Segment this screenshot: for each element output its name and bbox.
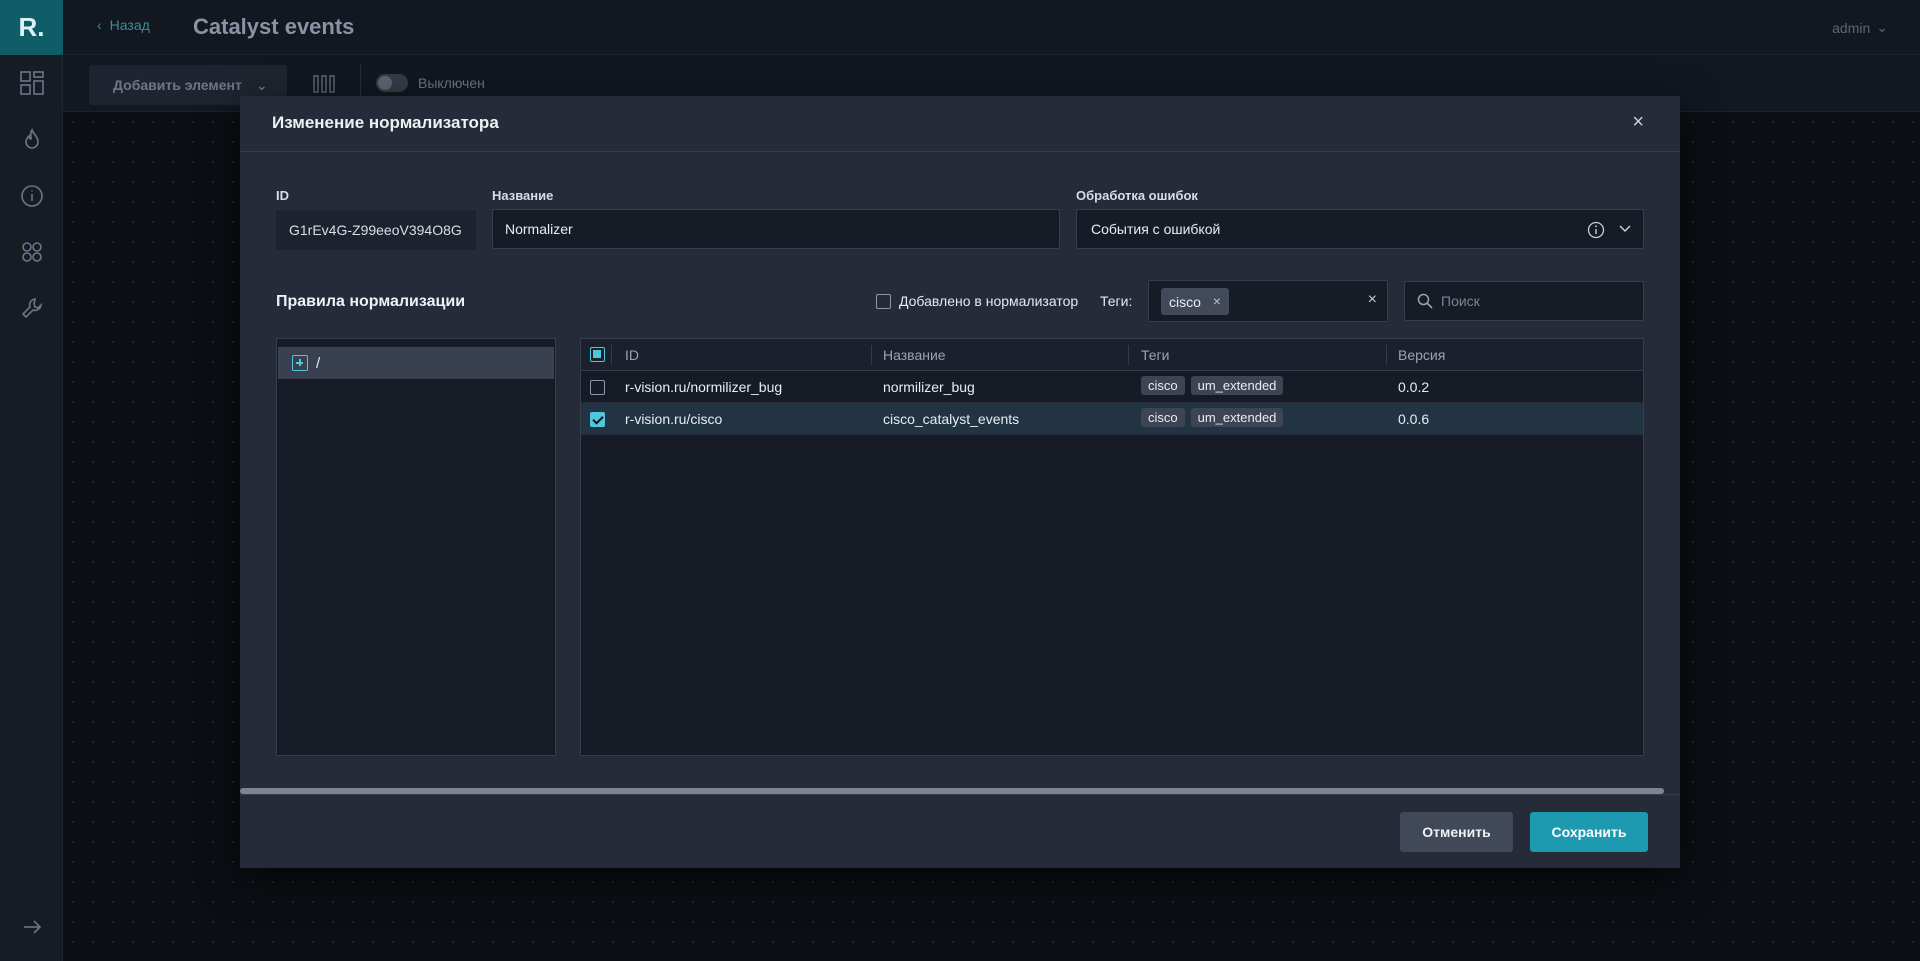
added-to-normalizer-filter[interactable]: Добавлено в нормализатор — [876, 293, 1078, 309]
table-row[interactable]: r-vision.ru/normilizer_bug normilizer_bu… — [581, 371, 1643, 403]
rules-table: ID Название Теги Версия r-vision.ru/norm… — [580, 338, 1644, 756]
column-divider — [1386, 345, 1387, 365]
page-title: Catalyst events — [193, 14, 355, 39]
column-header-version[interactable]: Версия — [1398, 347, 1445, 363]
close-icon[interactable]: × — [1632, 111, 1644, 134]
name-input[interactable]: Normalizer — [492, 209, 1060, 249]
app-logo[interactable]: R. — [0, 0, 63, 55]
info-icon[interactable] — [18, 182, 46, 210]
wrench-icon[interactable] — [18, 294, 46, 322]
row-tags: cisco um_extended — [1141, 376, 1289, 395]
clear-tags-icon[interactable]: × — [1368, 291, 1377, 309]
added-filter-label: Добавлено в нормализатор — [899, 293, 1079, 309]
search-input[interactable]: Поиск — [1404, 281, 1644, 321]
expand-arrow-icon[interactable] — [18, 913, 46, 941]
dashboard-icon[interactable] — [18, 69, 46, 97]
column-header-tags[interactable]: Теги — [1141, 347, 1169, 363]
tag-chip: um_extended — [1190, 376, 1284, 395]
modules-icon[interactable] — [18, 238, 46, 266]
row-id: r-vision.ru/normilizer_bug — [625, 379, 783, 395]
select-all-checkbox[interactable] — [590, 347, 605, 362]
toggle-label: Выключен — [418, 75, 485, 91]
status-toggle[interactable]: Выключен — [376, 74, 485, 92]
sidebar: R. — [0, 0, 63, 961]
tag-chip-label: cisco — [1169, 293, 1201, 310]
table-header: ID Название Теги Версия — [581, 339, 1643, 371]
id-value: G1rEv4G-Z99eeoV394O8G — [289, 222, 462, 238]
chevron-down-icon — [1619, 225, 1631, 233]
search-placeholder: Поиск — [1441, 293, 1480, 309]
footer-divider — [240, 794, 1680, 795]
tag-chip: cisco — [1141, 408, 1185, 427]
top-bar: ‹ Назад Catalyst events admin ⌄ — [63, 0, 1920, 55]
column-divider — [871, 345, 872, 365]
toggle-switch[interactable] — [376, 74, 408, 92]
error-handling-value: События с ошибкой — [1091, 221, 1221, 237]
column-divider — [1128, 345, 1129, 365]
expand-plus-icon[interactable] — [292, 355, 308, 371]
error-handling-label: Обработка ошибок — [1076, 188, 1198, 203]
row-name: cisco_catalyst_events — [883, 411, 1020, 427]
tree-root-label: / — [316, 354, 321, 372]
chevron-down-icon: ⌄ — [255, 76, 268, 93]
search-icon — [1417, 293, 1433, 309]
modal-title: Изменение нормализатора — [272, 113, 499, 132]
back-label: Назад — [109, 17, 150, 33]
name-value: Normalizer — [505, 221, 573, 237]
back-link[interactable]: ‹ Назад — [97, 17, 150, 33]
tags-label: Теги: — [1100, 293, 1133, 309]
flame-icon[interactable] — [18, 126, 46, 154]
column-divider — [611, 345, 612, 365]
columns-icon[interactable] — [313, 75, 335, 93]
error-handling-select[interactable]: События с ошибкой — [1076, 209, 1644, 249]
row-name: normilizer_bug — [883, 379, 975, 395]
column-header-name[interactable]: Название — [883, 347, 946, 363]
table-row[interactable]: r-vision.ru/cisco cisco_catalyst_events … — [581, 403, 1643, 435]
row-checkbox[interactable] — [590, 380, 605, 395]
remove-tag-icon[interactable]: × — [1213, 293, 1221, 309]
rules-section-title: Правила нормализации — [276, 293, 466, 310]
row-tags: cisco um_extended — [1141, 408, 1289, 427]
add-element-label: Добавить элемент — [113, 77, 242, 93]
modal-header: Изменение нормализатора × — [240, 96, 1680, 152]
id-label: ID — [276, 188, 289, 203]
user-name: admin — [1832, 19, 1871, 36]
added-filter-checkbox[interactable] — [876, 293, 891, 309]
tag-chip: cisco — [1141, 376, 1185, 395]
row-version: 0.0.2 — [1398, 379, 1430, 395]
row-version: 0.0.6 — [1398, 411, 1430, 427]
chevron-left-icon: ‹ — [97, 17, 102, 33]
info-icon[interactable] — [1587, 221, 1605, 239]
save-button[interactable]: Сохранить — [1530, 812, 1648, 852]
row-id: r-vision.ru/cisco — [625, 411, 723, 427]
cancel-button[interactable]: Отменить — [1400, 812, 1513, 852]
edit-normalizer-modal: Изменение нормализатора × ID G1rEv4G-Z99… — [240, 96, 1680, 868]
tag-chip: cisco × — [1161, 288, 1229, 315]
tag-chip: um_extended — [1190, 408, 1284, 427]
row-checkbox[interactable] — [590, 412, 605, 427]
chevron-down-icon: ⌄ — [1876, 19, 1888, 35]
id-field: G1rEv4G-Z99eeoV394O8G — [276, 210, 476, 250]
tree-root-item[interactable]: / — [278, 347, 554, 379]
folder-tree: / — [276, 338, 556, 756]
name-label: Название — [492, 188, 554, 203]
column-header-id[interactable]: ID — [625, 347, 639, 363]
user-menu[interactable]: admin ⌄ — [1832, 19, 1888, 36]
tags-filter-input[interactable]: cisco × × — [1148, 280, 1388, 322]
